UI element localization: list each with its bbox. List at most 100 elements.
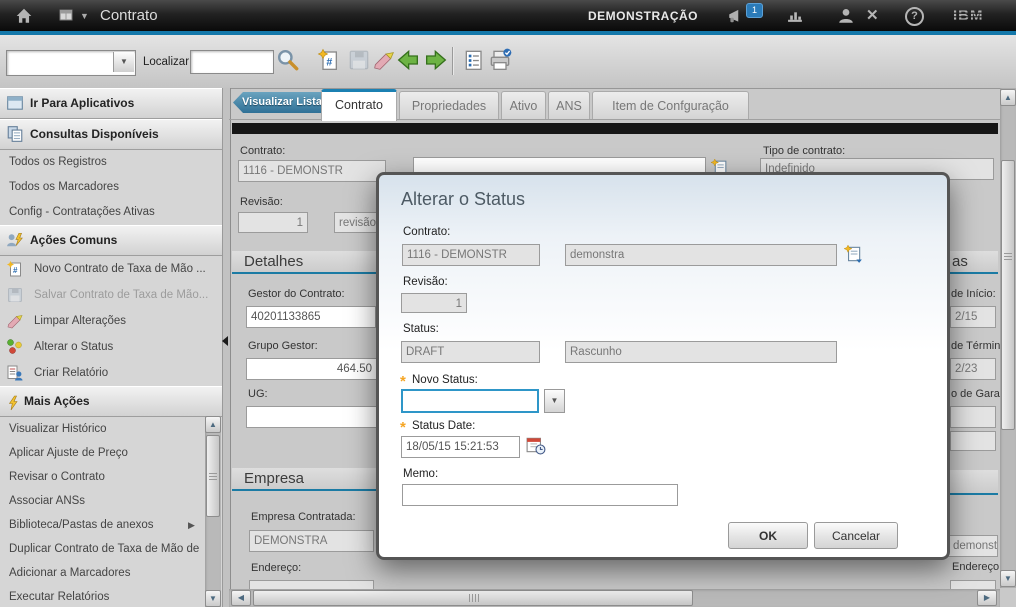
grupo-gestor-label: Grupo Gestor: [248,340,318,352]
open-apps-icon[interactable] [57,7,77,25]
sidebar-scroll-down-icon[interactable]: ▼ [205,590,221,607]
dialog-revisao-label: Revisão: [403,276,448,288]
dialog-contrato-label: Contrato: [403,226,450,238]
sidebar-header-queries[interactable]: Consultas Disponíveis [0,119,222,150]
cancel-button[interactable]: Cancelar [814,522,898,549]
apps-menu-caret-icon[interactable]: ▼ [80,11,89,21]
visualizar-lista-button[interactable]: Visualizar Lista [233,92,323,113]
dialog-status-date-input[interactable] [401,436,520,458]
dialog-status-date-label: Status Date: [412,420,475,432]
sidebar-navigation: Ir Para Aplicativos Consultas Disponívei… [0,88,222,607]
more-action-associar-anss[interactable]: Associar ANSs [0,489,222,513]
next-record-icon[interactable] [424,48,448,72]
sidebar-scrollbar-thumb[interactable] [206,435,220,517]
sidebar-header-common-actions[interactable]: Ações Comuns [0,225,222,256]
app-title: Contrato [100,7,158,24]
help-icon[interactable]: ? [905,7,924,26]
localizar-label: Localizar: [143,56,192,68]
data-inicio-label-fragment: de Início: [951,288,996,300]
tab-ans[interactable]: ANS [548,91,590,119]
required-icon: * [400,377,406,387]
dialog-status-desc-field: Rascunho [565,341,837,363]
signout-close-icon[interactable]: ✕ [866,6,886,24]
svg-text:#: # [326,56,332,68]
main-scroll-left-icon[interactable]: ◀ [231,590,251,606]
announcement-badge: 1 [746,3,763,18]
main-vertical-scrollbar-thumb[interactable] [1001,160,1015,430]
dialog-memo-label: Memo: [403,468,438,480]
search-icon[interactable] [276,48,300,72]
main-horizontal-scrollbar-thumb[interactable] [253,590,693,606]
ug-field[interactable] [246,406,377,428]
empresa-contratada-label: Empresa Contratada: [251,511,356,523]
more-action-duplicar-contrato[interactable]: Duplicar Contrato de Taxa de Mão de ... [0,537,199,561]
sidebar-item-config-contratacoes[interactable]: Config - Contratações Ativas [0,200,222,225]
more-action-visualizar-historico[interactable]: Visualizar Histórico [0,417,222,441]
localizar-input[interactable] [190,50,274,74]
dialog-novo-status-input[interactable] [401,389,539,413]
datas-section-header-fragment: as [950,251,998,274]
revisao-field: 1 [238,212,308,233]
long-description-icon[interactable] [843,244,863,264]
sidebar-collapse-icon[interactable] [222,336,228,346]
action-alterar-status[interactable]: Alterar o Status [0,334,222,360]
novo-status-dropdown-icon[interactable]: ▼ [544,389,565,413]
home-icon[interactable] [14,7,34,25]
tab-ativo[interactable]: Ativo [501,91,546,119]
dialog-contrato-desc-field: demonstra [565,244,837,266]
alterar-status-dialog: Alterar o Status Contrato: 1116 - DEMONS… [376,172,950,560]
svg-text:#: # [13,266,18,275]
select-action-report-icon[interactable] [461,48,485,72]
environment-label: DEMONSTRAÇÃO [588,9,698,23]
action-criar-relatorio[interactable]: Criar Relatório [0,360,222,386]
main-scroll-up-icon[interactable]: ▲ [1000,89,1016,106]
sidebar-item-todos-marcadores[interactable]: Todos os Marcadores [0,175,222,200]
calendar-clock-icon[interactable] [526,435,546,455]
revisao-label: Revisão: [240,196,283,208]
more-action-aplicar-ajuste[interactable]: Aplicar Ajuste de Preço [0,441,222,465]
profile-icon[interactable] [837,7,857,25]
more-action-executar-relatorios[interactable]: Executar Relatórios [0,585,222,607]
tab-contrato[interactable]: Contrato [321,89,397,121]
gestor-field[interactable] [246,306,376,328]
tipo-contrato-label: Tipo de contrato: [763,145,845,157]
more-action-revisar-contrato[interactable]: Revisar o Contrato [0,465,222,489]
previous-record-icon[interactable] [396,48,420,72]
ok-button[interactable]: OK [728,522,808,549]
required-icon: * [400,423,406,433]
sidebar-header-more-actions[interactable]: Mais Ações [0,386,222,417]
dialog-memo-input[interactable] [402,484,678,506]
print-icon[interactable] [488,48,512,72]
queries-icon [6,125,24,143]
action-limpar-alteracoes[interactable]: Limpar Alterações [0,308,222,334]
action-novo-contrato[interactable]: # Novo Contrato de Taxa de Mão ... [0,256,222,282]
dialog-status-label: Status: [403,323,439,335]
sidebar-header-go-to[interactable]: Ir Para Aplicativos [0,88,222,119]
empresa-right-field-fragment: demonstra [948,535,998,557]
dialog-novo-status-label: Novo Status: [412,374,478,386]
tab-propriedades[interactable]: Propriedades [399,91,499,119]
main-scroll-down-icon[interactable]: ▼ [1000,570,1016,587]
clear-changes-icon[interactable] [372,48,396,72]
new-record-icon[interactable]: # [317,48,341,72]
reports-chart-icon[interactable] [786,7,806,25]
gestor-label: Gestor do Contrato: [248,288,345,300]
save-icon [6,286,24,304]
tab-item-configuracao[interactable]: Item de Confguração [592,91,749,119]
announcements-icon[interactable] [726,7,746,25]
extra-field-fragment [950,431,996,451]
more-action-biblioteca-anexos[interactable]: Biblioteca/Pastas de anexos ▶ [0,513,222,537]
query-select[interactable]: ▼ [6,50,136,76]
dialog-title: Alterar o Status [401,189,525,210]
sidebar-item-todos-registros[interactable]: Todos os Registros [0,150,222,175]
sidebar-scroll-up-icon[interactable]: ▲ [205,416,221,433]
query-select-caret-icon[interactable]: ▼ [113,52,134,72]
record-toolbar: ▼ Localizar: ▼ # [0,35,1016,89]
data-termino-field-fragment: 2/23 [950,358,996,380]
main-scroll-right-icon[interactable]: ▶ [977,590,997,606]
application-window-icon [6,94,24,112]
grupo-gestor-field[interactable]: 464.50 [246,358,377,380]
more-action-adicionar-marcadores[interactable]: Adicionar a Marcadores [0,561,222,585]
common-actions-icon [6,231,24,249]
revisao-descricao-field: revisão [334,212,378,233]
